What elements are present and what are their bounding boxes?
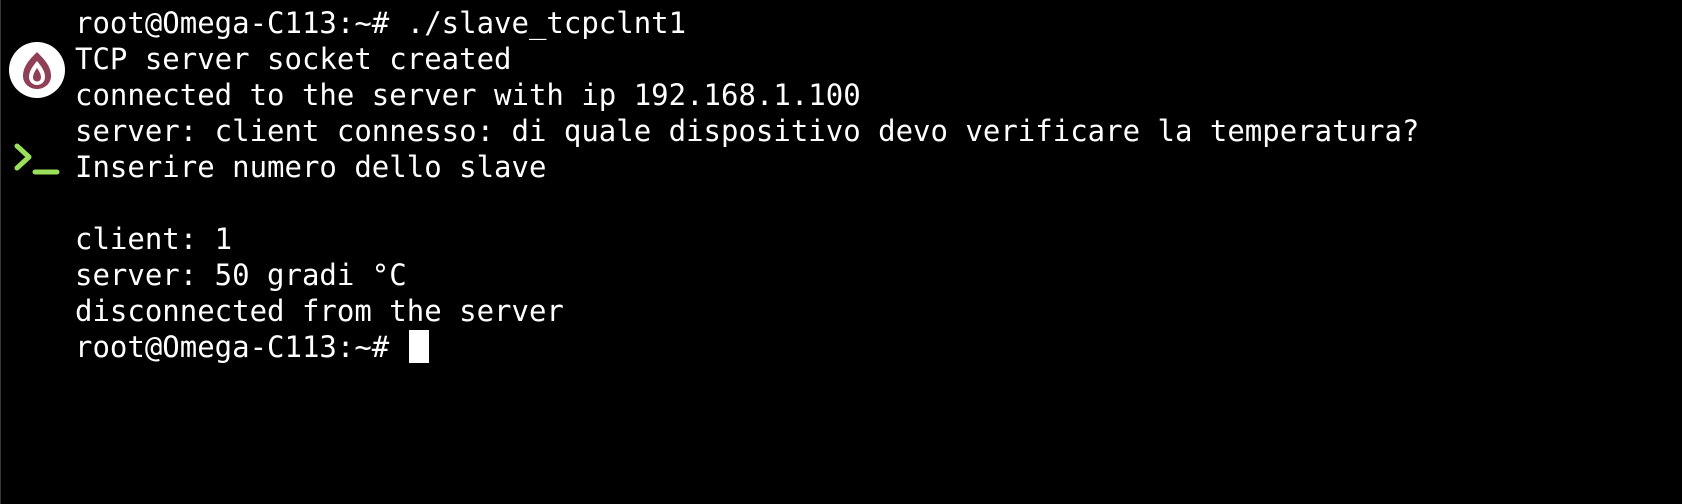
terminal-input-line[interactable]: root@Omega-C113:~# bbox=[75, 329, 1665, 365]
terminal-line-socket-created: TCP server socket created bbox=[75, 42, 512, 76]
onion-logo-icon bbox=[9, 42, 65, 98]
terminal-line-connected: connected to the server with ip 192.168.… bbox=[75, 78, 861, 112]
terminal-line-client-reply: client: 1 bbox=[75, 222, 233, 256]
terminal-window[interactable]: root@Omega-C113:~# ./slave_tcpclnt1 TCP … bbox=[0, 0, 1682, 504]
shell-prompt: root@Omega-C113:~# bbox=[75, 330, 407, 364]
terminal-prompt-icon bbox=[14, 143, 60, 175]
terminal-line-server-question: server: client connesso: di quale dispos… bbox=[75, 114, 1420, 148]
terminal-line-command: root@Omega-C113:~# ./slave_tcpclnt1 bbox=[75, 6, 687, 40]
terminal-output: root@Omega-C113:~# ./slave_tcpclnt1 TCP … bbox=[75, 5, 1665, 365]
terminal-line-disconnected: disconnected from the server bbox=[75, 294, 564, 328]
window-border bbox=[0, 0, 1, 504]
terminal-line-server-temperature: server: 50 gradi °C bbox=[75, 258, 407, 292]
text-cursor bbox=[408, 330, 429, 363]
terminal-line-slave-prompt: Inserire numero dello slave bbox=[75, 150, 547, 184]
